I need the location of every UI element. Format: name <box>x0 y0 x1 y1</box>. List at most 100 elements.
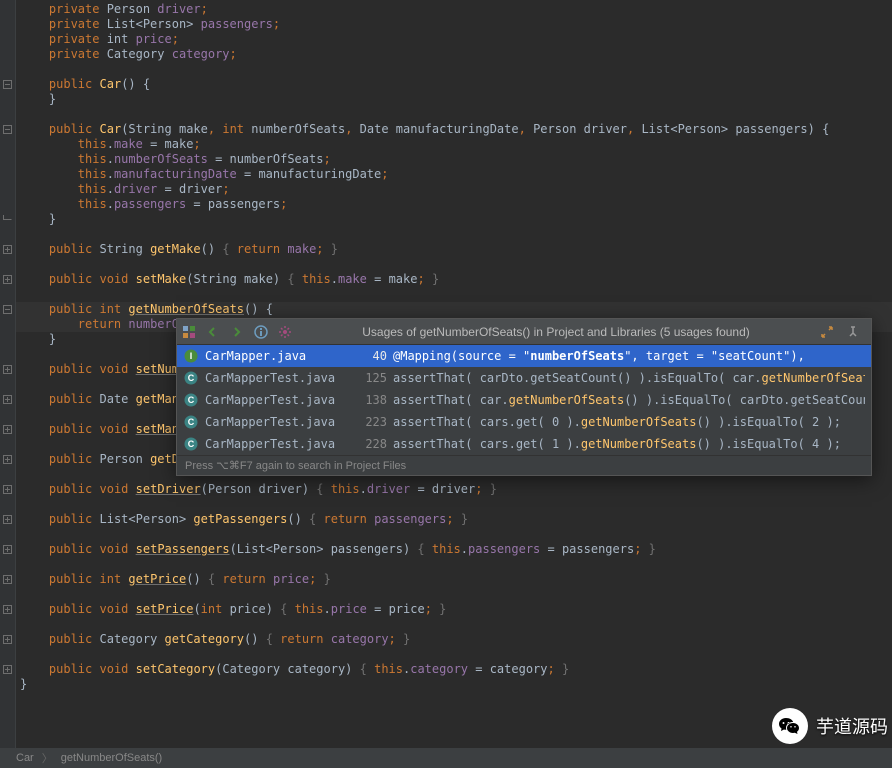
gutter-spacer <box>0 47 15 62</box>
code-line[interactable] <box>16 257 892 272</box>
usage-preview: assertThat( cars.get( 0 ).getNumberOfSea… <box>393 415 865 429</box>
code-line[interactable]: } <box>16 677 892 692</box>
code-line[interactable]: public String getMake() { return make; } <box>16 242 892 257</box>
code-line[interactable]: this.manufacturingDate = manufacturingDa… <box>16 167 892 182</box>
usage-row[interactable]: C CarMapperTest.java 223 assertThat( car… <box>177 411 871 433</box>
breadcrumb-method[interactable]: getNumberOfSeats() <box>61 752 162 764</box>
code-line[interactable] <box>16 587 892 602</box>
fold-expand-icon[interactable] <box>0 362 15 377</box>
usage-row[interactable]: I CarMapper.java 40 @Mapping(source = "n… <box>177 345 871 367</box>
code-line[interactable] <box>16 497 892 512</box>
code-line[interactable]: public void setPassengers(List<Person> p… <box>16 542 892 557</box>
fold-expand-icon[interactable] <box>0 662 15 677</box>
code-line[interactable]: public void setDriver(Person driver) { t… <box>16 482 892 497</box>
fold-expand-icon[interactable] <box>0 422 15 437</box>
code-line[interactable] <box>16 647 892 662</box>
fold-collapse-icon[interactable] <box>0 77 15 92</box>
popup-title: Usages of getNumberOfSeats() in Project … <box>297 325 815 339</box>
gutter-spacer <box>0 467 15 482</box>
fold-expand-icon[interactable] <box>0 242 15 257</box>
fold-expand-icon[interactable] <box>0 452 15 467</box>
usage-file: CarMapperTest.java <box>205 437 345 451</box>
open-find-window-icon[interactable] <box>815 321 839 343</box>
code-line[interactable]: public int getPrice() { return price; } <box>16 572 892 587</box>
usage-row[interactable]: C CarMapperTest.java 228 assertThat( car… <box>177 433 871 455</box>
usage-line-number: 223 <box>351 415 387 429</box>
code-line[interactable]: this.driver = driver; <box>16 182 892 197</box>
file-type-icon: C <box>183 414 199 430</box>
gutter-spacer <box>0 527 15 542</box>
fold-collapse-icon[interactable] <box>0 122 15 137</box>
usage-line-number: 125 <box>351 371 387 385</box>
usage-preview: @Mapping(source = "numberOfSeats", targe… <box>393 349 865 363</box>
gutter-spacer <box>0 497 15 512</box>
popup-hint: Press ⌥⌘F7 again to search in Project Fi… <box>177 455 871 475</box>
fold-expand-icon[interactable] <box>0 482 15 497</box>
code-line[interactable]: public Car() { <box>16 77 892 92</box>
gutter-spacer <box>0 617 15 632</box>
code-line[interactable]: } <box>16 92 892 107</box>
code-line[interactable] <box>16 227 892 242</box>
svg-text:C: C <box>188 395 195 405</box>
code-line[interactable]: private int price; <box>16 32 892 47</box>
code-line[interactable] <box>16 617 892 632</box>
usage-preview: assertThat( car.getNumberOfSeats() ).isE… <box>393 393 865 407</box>
breadcrumb-separator: 〉 <box>42 750 53 766</box>
code-line[interactable]: private Person driver; <box>16 2 892 17</box>
next-occurrence-icon[interactable] <box>225 321 249 343</box>
code-line[interactable]: } <box>16 212 892 227</box>
code-line[interactable] <box>16 62 892 77</box>
code-line[interactable]: public void setMake(String make) { this.… <box>16 272 892 287</box>
popup-toolbar: Usages of getNumberOfSeats() in Project … <box>177 319 871 345</box>
breadcrumb-class[interactable]: Car <box>16 752 34 764</box>
code-line[interactable] <box>16 527 892 542</box>
gutter-spacer <box>0 152 15 167</box>
pin-icon[interactable] <box>841 321 865 343</box>
code-line[interactable] <box>16 287 892 302</box>
code-line[interactable] <box>16 557 892 572</box>
settings-icon[interactable] <box>273 321 297 343</box>
fold-expand-icon[interactable] <box>0 602 15 617</box>
code-line[interactable]: public Car(String make, int numberOfSeat… <box>16 122 892 137</box>
code-line[interactable]: private Category category; <box>16 47 892 62</box>
fold-expand-icon[interactable] <box>0 542 15 557</box>
code-line[interactable]: public int getNumberOfSeats() { <box>16 302 892 317</box>
code-line[interactable]: public List<Person> getPassengers() { re… <box>16 512 892 527</box>
fold-expand-icon[interactable] <box>0 512 15 527</box>
gutter-spacer <box>0 92 15 107</box>
code-line[interactable]: public Category getCategory() { return c… <box>16 632 892 647</box>
gutter-spacer <box>0 317 15 332</box>
gutter-spacer <box>0 17 15 32</box>
fold-expand-icon[interactable] <box>0 392 15 407</box>
code-line[interactable]: this.passengers = passengers; <box>16 197 892 212</box>
gutter-spacer <box>0 182 15 197</box>
code-line[interactable] <box>16 107 892 122</box>
prev-occurrence-icon[interactable] <box>201 321 225 343</box>
usages-list: I CarMapper.java 40 @Mapping(source = "n… <box>177 345 871 455</box>
svg-text:C: C <box>188 417 195 427</box>
fold-end-icon[interactable] <box>0 212 15 227</box>
fold-collapse-icon[interactable] <box>0 302 15 317</box>
gutter-spacer <box>0 407 15 422</box>
usage-line-number: 40 <box>351 349 387 363</box>
gutter-spacer <box>0 347 15 362</box>
gutter-spacer <box>0 62 15 77</box>
code-line[interactable]: public void setPrice(int price) { this.p… <box>16 602 892 617</box>
fold-expand-icon[interactable] <box>0 272 15 287</box>
gutter-spacer <box>0 167 15 182</box>
fold-expand-icon[interactable] <box>0 572 15 587</box>
gutter-spacer <box>0 227 15 242</box>
watermark-text: 芋道源码 <box>816 713 888 739</box>
code-line[interactable]: public void setCategory(Category categor… <box>16 662 892 677</box>
code-line[interactable]: private List<Person> passengers; <box>16 17 892 32</box>
fold-expand-icon[interactable] <box>0 632 15 647</box>
group-by-icon[interactable] <box>177 321 201 343</box>
usage-row[interactable]: C CarMapperTest.java 138 assertThat( car… <box>177 389 871 411</box>
gutter-spacer <box>0 32 15 47</box>
usage-preview: assertThat( cars.get( 1 ).getNumberOfSea… <box>393 437 865 451</box>
usage-file: CarMapperTest.java <box>205 393 345 407</box>
code-line[interactable]: this.make = make; <box>16 137 892 152</box>
usage-row[interactable]: C CarMapperTest.java 125 assertThat( car… <box>177 367 871 389</box>
code-line[interactable]: this.numberOfSeats = numberOfSeats; <box>16 152 892 167</box>
info-icon[interactable] <box>249 321 273 343</box>
